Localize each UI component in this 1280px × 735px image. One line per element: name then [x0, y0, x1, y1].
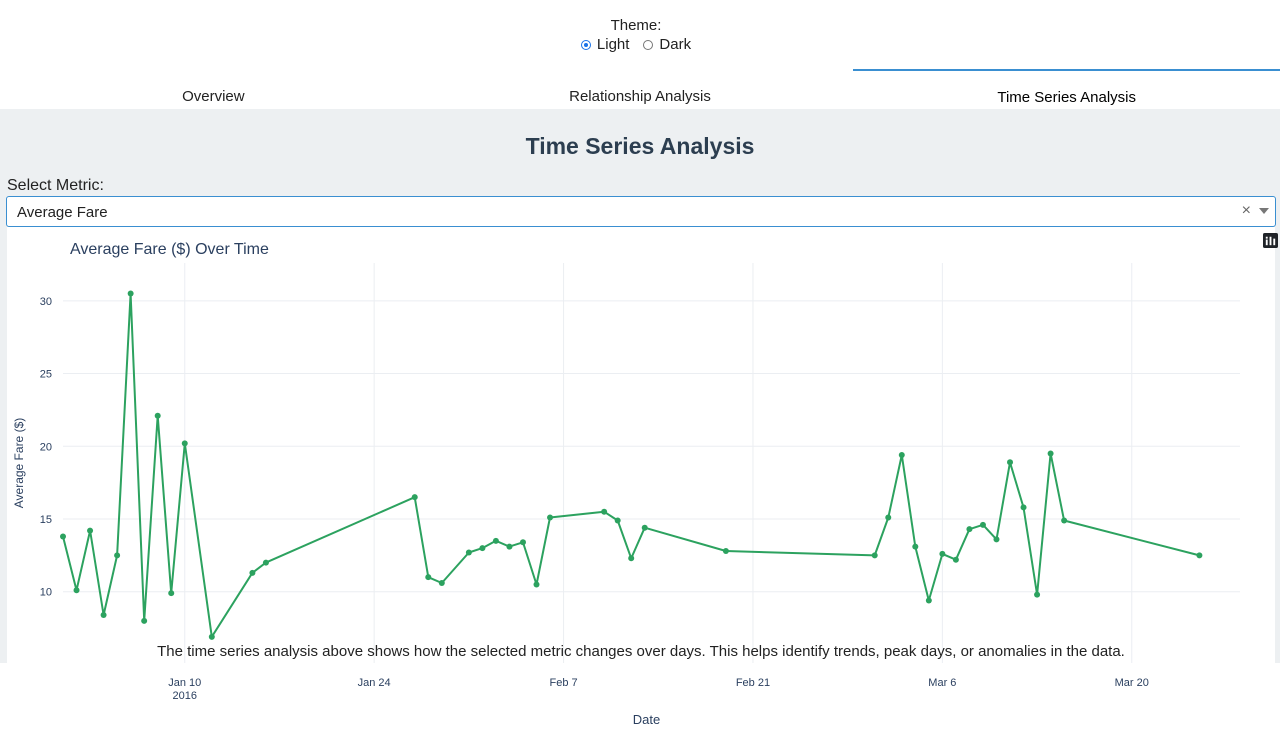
- data-point: [154, 412, 161, 419]
- data-point: [479, 545, 486, 552]
- tab-content: Time Series Analysis Select Metric: Aver…: [0, 109, 1280, 735]
- y-tick-label: 15: [40, 514, 52, 526]
- data-point: [979, 521, 986, 528]
- footer-description: The time series analysis above shows how…: [157, 643, 1125, 660]
- data-point: [641, 524, 648, 531]
- y-tick-label: 30: [40, 296, 52, 308]
- x-tick-sublabel: 2016: [173, 690, 197, 702]
- theme-light-label[interactable]: Light: [597, 36, 630, 53]
- data-point: [925, 597, 932, 604]
- data-point: [519, 539, 526, 546]
- data-point: [966, 526, 973, 533]
- chevron-down-icon[interactable]: [1259, 208, 1269, 214]
- theme-light-radio[interactable]: [580, 39, 591, 50]
- data-point: [601, 508, 608, 515]
- data-point: [411, 494, 418, 501]
- x-tick-label: Jan 10: [168, 677, 201, 689]
- data-point: [249, 569, 256, 576]
- data-point: [127, 290, 134, 297]
- data-point: [262, 559, 269, 566]
- tab-bar: Overview Relationship Analysis Time Seri…: [0, 69, 1280, 109]
- y-tick-label: 20: [40, 441, 52, 453]
- tab-relationship-analysis[interactable]: Relationship Analysis: [427, 69, 854, 109]
- theme-dark-label[interactable]: Dark: [659, 36, 691, 53]
- data-point: [465, 549, 472, 556]
- data-point: [952, 556, 959, 563]
- data-point: [1007, 459, 1014, 466]
- data-point: [425, 574, 432, 581]
- y-tick-label: 25: [40, 369, 52, 381]
- data-point: [181, 440, 188, 447]
- data-point: [492, 537, 499, 544]
- data-point: [438, 580, 445, 586]
- data-point: [60, 533, 66, 540]
- data-point: [73, 587, 80, 594]
- metric-dropdown[interactable]: Average Fare ×: [6, 196, 1276, 227]
- x-axis-label: Date: [633, 712, 660, 727]
- tab-overview[interactable]: Overview: [0, 69, 427, 109]
- data-point: [1061, 517, 1068, 524]
- data-point: [547, 514, 554, 521]
- theme-label: Theme:: [610, 17, 662, 34]
- data-point: [1196, 552, 1203, 559]
- theme-selector: Theme: Light Dark: [0, 17, 1272, 53]
- data-point: [1034, 591, 1041, 598]
- page-title: Time Series Analysis: [525, 133, 755, 159]
- data-point: [939, 550, 946, 557]
- data-point: [533, 581, 540, 588]
- y-tick-label: 10: [40, 587, 52, 599]
- data-point: [628, 555, 635, 562]
- data-point: [114, 552, 121, 559]
- data-point: [722, 548, 729, 554]
- data-point: [912, 543, 919, 550]
- tab-time-series-analysis[interactable]: Time Series Analysis: [853, 69, 1280, 109]
- x-tick-label: Feb 21: [736, 677, 770, 689]
- data-point: [898, 452, 905, 458]
- data-point: [87, 527, 94, 534]
- x-tick-label: Feb 7: [549, 677, 577, 689]
- metric-dropdown-value: Average Fare: [17, 204, 108, 221]
- x-tick-label: Jan 24: [358, 677, 391, 689]
- clear-icon[interactable]: ×: [1242, 202, 1251, 220]
- theme-dark-radio[interactable]: [643, 39, 654, 50]
- data-point: [208, 633, 215, 640]
- y-axis-label: Average Fare ($): [12, 418, 26, 509]
- data-point: [141, 617, 148, 624]
- data-point: [993, 536, 1000, 543]
- data-point: [506, 543, 513, 550]
- data-point: [885, 514, 892, 521]
- data-point: [100, 612, 107, 618]
- plotly-logo-icon[interactable]: [1263, 233, 1278, 248]
- x-tick-label: Mar 6: [928, 677, 956, 689]
- data-point: [1020, 504, 1027, 511]
- x-tick-label: Mar 20: [1115, 677, 1149, 689]
- select-metric-label: Select Metric:: [7, 177, 104, 194]
- chart-title: Average Fare ($) Over Time: [70, 241, 269, 258]
- data-point: [871, 552, 878, 559]
- series-line: [62, 292, 1200, 638]
- data-point: [614, 517, 621, 524]
- data-point: [168, 590, 175, 597]
- data-point: [1047, 450, 1054, 457]
